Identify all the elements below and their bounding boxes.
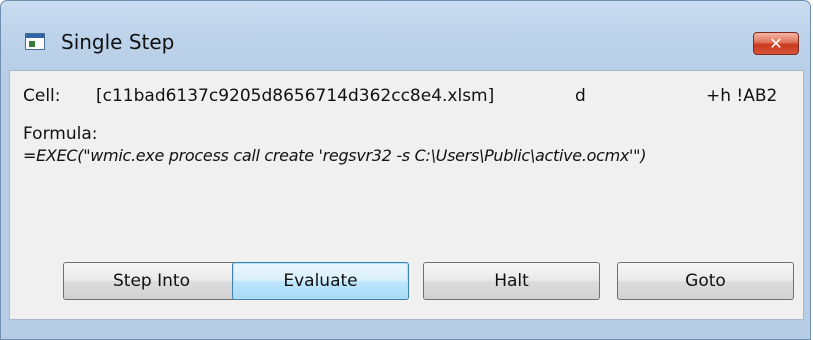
cell-sheet-name: d: [575, 86, 586, 106]
window-icon-bar: [26, 34, 44, 38]
step-into-button[interactable]: Step Into: [63, 262, 240, 300]
window-icon: [25, 33, 45, 50]
halt-button[interactable]: Halt: [423, 262, 600, 300]
evaluate-button[interactable]: Evaluate: [232, 262, 409, 300]
goto-button[interactable]: Goto: [617, 262, 794, 300]
cell-workbook-name: [c11bad6137c9205d8656714d362cc8e4.xlsm]: [96, 86, 495, 106]
window-icon-block: [29, 41, 35, 47]
formula-text: =EXEC("wmic.exe process call create 'reg…: [23, 146, 647, 165]
close-button[interactable]: ✕: [753, 32, 799, 55]
cell-reference: +h !AB2: [706, 86, 778, 106]
close-icon: ✕: [769, 34, 783, 53]
cell-label: Cell:: [23, 86, 61, 106]
title-bar[interactable]: Single Step ✕: [1, 1, 810, 65]
cell-info-row: Cell: [c11bad6137c9205d8656714d362cc8e4.…: [23, 86, 803, 110]
window-title: Single Step: [61, 30, 175, 54]
formula-label: Formula:: [23, 124, 98, 144]
